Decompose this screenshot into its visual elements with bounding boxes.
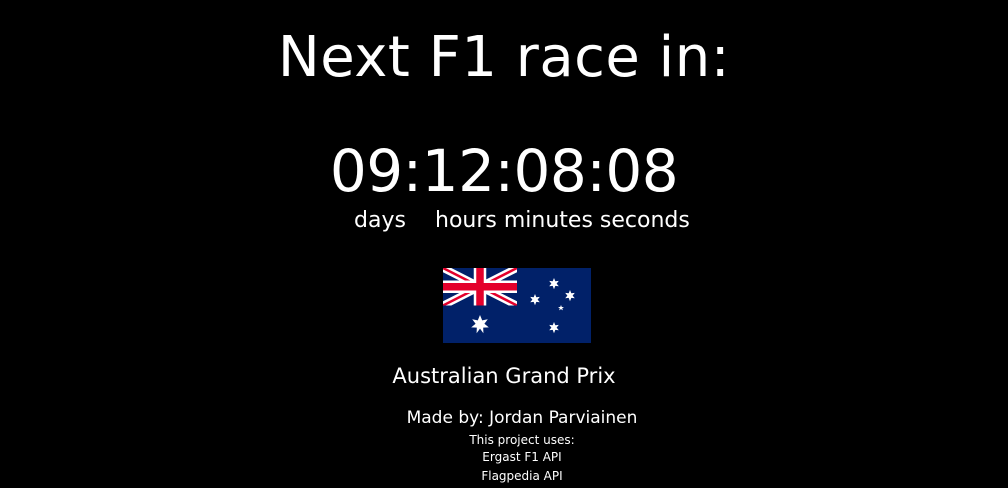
made-by-credit: Made by: Jordan Parviainen	[406, 408, 638, 428]
page-title: Next F1 race in:	[277, 25, 731, 90]
australia-flag-icon	[443, 268, 591, 343]
countdown-timer: 09:12:08:08	[329, 137, 679, 205]
unit-label-hours-minutes-seconds: hours minutes seconds	[435, 208, 690, 233]
unit-label-days: days	[354, 208, 406, 233]
api-credit-ergast: Ergast F1 API	[482, 450, 562, 464]
api-credit-flagpedia: Flagpedia API	[481, 469, 563, 483]
countdown-page: Next F1 race in: 09:12:08:08 days hours …	[0, 0, 1008, 488]
project-uses-label: This project uses:	[469, 433, 575, 447]
race-name: Australian Grand Prix	[392, 364, 616, 388]
